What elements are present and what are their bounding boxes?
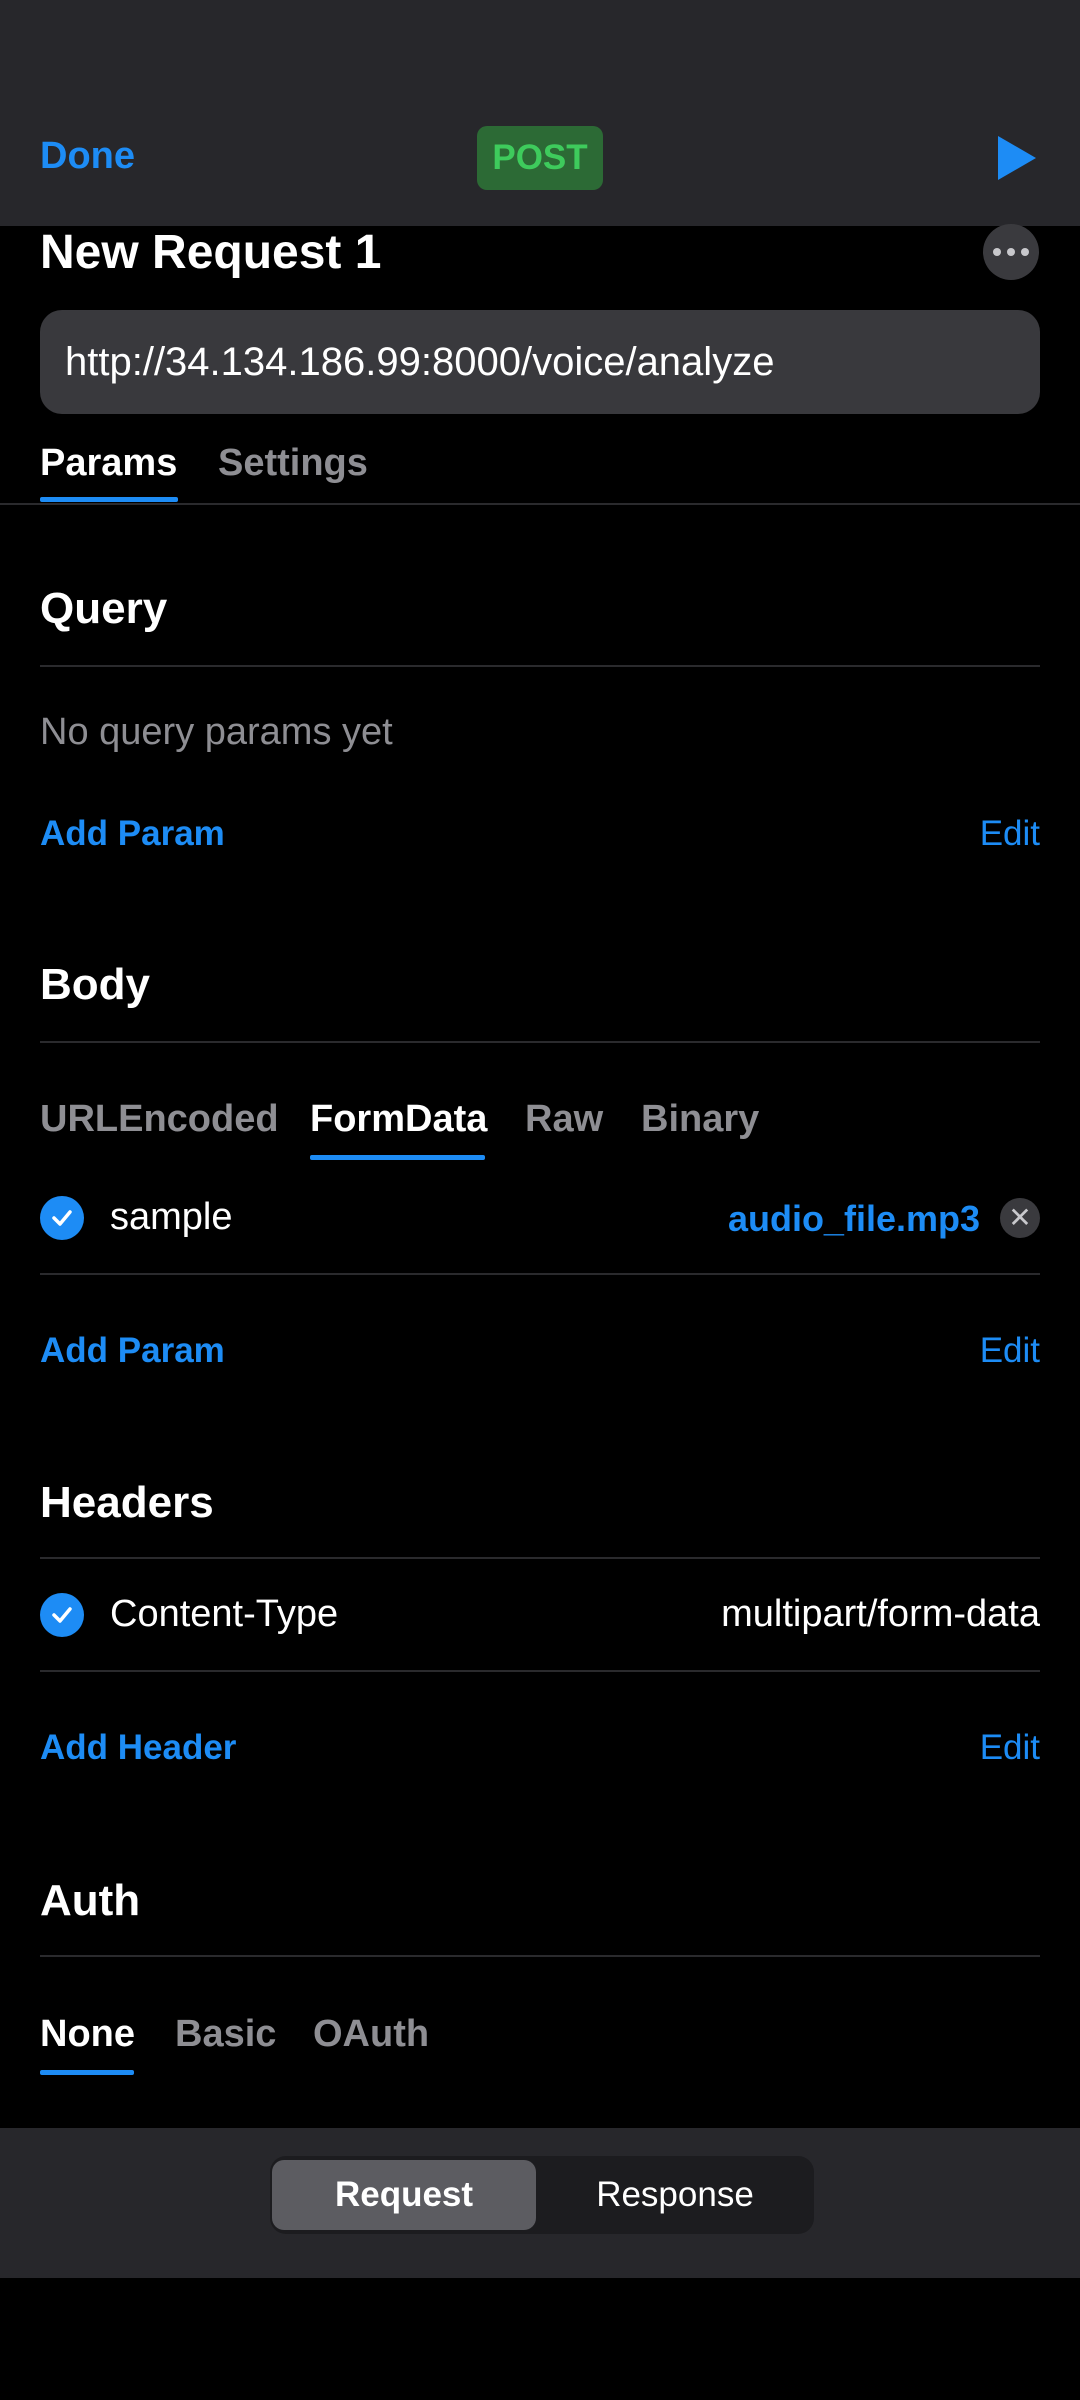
body-divider: [40, 1041, 1040, 1043]
body-tab-raw[interactable]: Raw: [525, 1098, 603, 1141]
headers-divider: [40, 1557, 1040, 1559]
header-key[interactable]: Content-Type: [110, 1593, 338, 1636]
query-divider: [40, 665, 1040, 667]
auth-tab-none[interactable]: None: [40, 2013, 135, 2056]
checkmark-glyph: [52, 1210, 72, 1226]
body-edit-button[interactable]: Edit: [980, 1331, 1040, 1371]
add-header-button[interactable]: Add Header: [40, 1728, 236, 1768]
checkmark-icon[interactable]: [40, 1593, 84, 1637]
body-tab-urlencoded[interactable]: URLEncoded: [40, 1098, 279, 1141]
header-value[interactable]: multipart/form-data: [721, 1593, 1040, 1636]
more-dot: [1007, 248, 1015, 256]
query-empty-text: No query params yet: [40, 711, 393, 753]
body-tab-formdata-underline: [310, 1155, 485, 1160]
body-section-title: Body: [40, 960, 150, 1009]
tab-settings[interactable]: Settings: [218, 442, 368, 485]
tab-params-underline: [40, 497, 178, 502]
request-response-segment: Request Response: [270, 2156, 814, 2234]
http-method-badge[interactable]: POST: [477, 126, 603, 190]
body-add-param-button[interactable]: Add Param: [40, 1331, 225, 1371]
segment-request[interactable]: Request: [272, 2160, 536, 2230]
query-add-param-button[interactable]: Add Param: [40, 814, 225, 854]
body-tab-binary[interactable]: Binary: [641, 1098, 759, 1141]
play-icon[interactable]: [996, 134, 1038, 182]
form-param-key[interactable]: sample: [110, 1196, 233, 1239]
auth-tab-basic[interactable]: Basic: [175, 2013, 276, 2056]
auth-section-title: Auth: [40, 1876, 141, 1925]
auth-divider: [40, 1955, 1040, 1957]
auth-tab-oauth[interactable]: OAuth: [313, 2013, 429, 2056]
more-horizontal-icon[interactable]: [983, 224, 1039, 280]
header-row-divider: [40, 1670, 1040, 1672]
more-dot: [993, 248, 1001, 256]
request-title: New Request 1: [40, 226, 382, 279]
form-param-divider: [40, 1273, 1040, 1275]
segment-response[interactable]: Response: [538, 2160, 812, 2230]
tab-params[interactable]: Params: [40, 442, 177, 485]
tabs-divider: [0, 503, 1080, 505]
auth-tab-none-underline: [40, 2070, 134, 2075]
checkmark-glyph: [52, 1607, 72, 1623]
top-navigation-bar: [0, 0, 1080, 226]
close-icon[interactable]: ✕: [1000, 1198, 1040, 1238]
checkmark-icon[interactable]: [40, 1196, 84, 1240]
headers-edit-button[interactable]: Edit: [980, 1728, 1040, 1768]
url-field[interactable]: http://34.134.186.99:8000/voice/analyze: [40, 310, 1040, 414]
query-section-title: Query: [40, 584, 168, 633]
body-tab-formdata[interactable]: FormData: [310, 1098, 487, 1141]
form-param-file-value[interactable]: audio_file.mp3: [728, 1198, 980, 1240]
headers-section-title: Headers: [40, 1478, 214, 1527]
query-edit-button[interactable]: Edit: [980, 814, 1040, 854]
more-dot: [1021, 248, 1029, 256]
done-button[interactable]: Done: [40, 135, 135, 178]
